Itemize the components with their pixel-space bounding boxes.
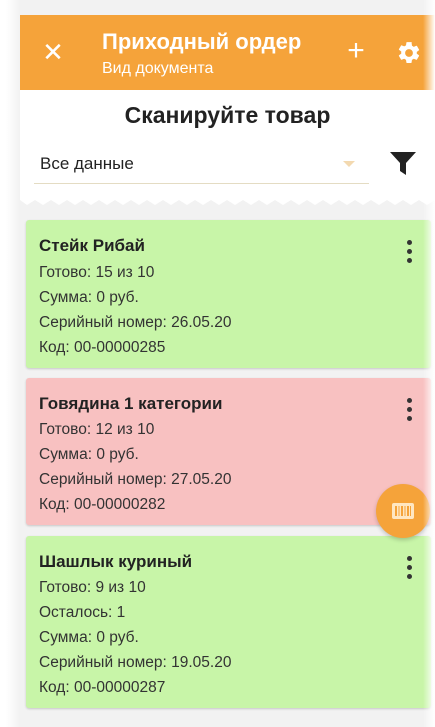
bezel-shadow-right (423, 0, 435, 727)
scan-title: Сканируйте товар (124, 102, 331, 128)
item-serial: Серийный номер: 19.05.20 (39, 654, 232, 671)
item-name: Шашлык куриный (39, 552, 193, 571)
app-bar: ✕ Приходный ордер Вид документа + (20, 15, 435, 90)
list-item[interactable]: Говядина 1 категории Готово: 12 из 10 Су… (26, 378, 431, 525)
list-item[interactable]: Шашлык куриный Готово: 9 из 10 Осталось:… (26, 536, 431, 708)
more-vert-icon[interactable] (405, 398, 413, 422)
chevron-down-icon (343, 161, 355, 167)
gear-icon[interactable] (396, 40, 422, 66)
list-item[interactable]: Стейк Рибай Готово: 15 из 10 Сумма: 0 ру… (26, 220, 431, 368)
more-vert-icon[interactable] (405, 240, 413, 264)
item-remaining: Осталось: 1 (39, 604, 126, 621)
item-sum: Сумма: 0 руб. (39, 289, 139, 306)
item-sum: Сумма: 0 руб. (39, 629, 139, 646)
item-name: Стейк Рибай (39, 236, 145, 255)
screen: ✕ Приходный ордер Вид документа + Сканир… (0, 0, 435, 727)
filter-select-value: Все данные (40, 154, 134, 173)
filter-select[interactable]: Все данные (34, 142, 369, 184)
scan-header: Сканируйте товар Все данные (20, 90, 435, 200)
item-code: Код: 00-00000282 (39, 496, 166, 513)
bezel-shadow-left (0, 0, 20, 727)
item-ready: Готово: 12 из 10 (39, 421, 155, 438)
item-ready: Готово: 15 из 10 (39, 264, 155, 281)
barcode-scan-icon (392, 503, 414, 519)
zigzag-divider (20, 196, 435, 205)
funnel-icon[interactable] (388, 148, 418, 178)
page-title: Приходный ордер (102, 29, 302, 54)
item-code: Код: 00-00000287 (39, 679, 166, 696)
item-code: Код: 00-00000285 (39, 339, 166, 356)
close-icon[interactable]: ✕ (38, 37, 68, 67)
item-ready: Готово: 9 из 10 (39, 579, 146, 596)
plus-icon[interactable]: + (343, 36, 369, 66)
item-serial: Серийный номер: 26.05.20 (39, 314, 232, 331)
scan-barcode-button[interactable] (376, 484, 430, 538)
item-serial: Серийный номер: 27.05.20 (39, 471, 232, 488)
item-name: Говядина 1 категории (39, 394, 223, 413)
page-subtitle: Вид документа (102, 60, 214, 77)
more-vert-icon[interactable] (405, 556, 413, 580)
item-sum: Сумма: 0 руб. (39, 446, 139, 463)
